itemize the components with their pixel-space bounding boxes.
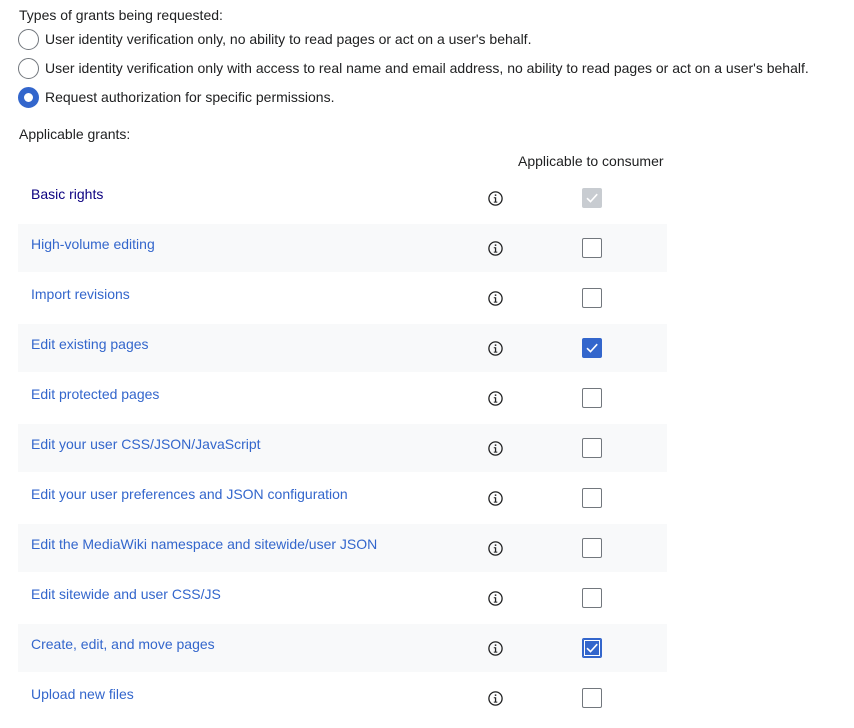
radio-label: User identity verification only, no abil… [45,31,532,47]
radio-label: User identity verification only with acc… [45,60,809,76]
radio-button[interactable] [18,28,39,50]
grant-name-link[interactable]: Basic rights [31,185,103,203]
grant-name-link[interactable]: High-volume editing [31,235,155,253]
applicable-checkbox[interactable] [582,638,602,658]
grant-name-link[interactable]: Edit sitewide and user CSS/JS [31,585,221,603]
grant-name-link[interactable]: Edit existing pages [31,335,149,353]
checkmark-icon [586,193,598,203]
grant-row: Create, edit, and move pages [18,624,667,672]
grant-row: Upload new files [18,674,667,722]
radio-option-specific-permissions[interactable]: Request authorization for specific permi… [18,86,334,108]
checkmark-icon [586,343,598,353]
grant-row: High-volume editing [18,224,667,272]
info-icon[interactable] [488,641,503,656]
grant-row: Edit existing pages [18,324,667,372]
applicable-checkbox[interactable] [582,488,602,508]
applicable-checkbox[interactable] [582,538,602,558]
applicable-checkbox[interactable] [582,338,602,358]
applicable-checkbox[interactable] [582,238,602,258]
grant-row: Edit your user preferences and JSON conf… [18,474,667,522]
checkmark-icon [586,643,598,653]
column-header-applicable: Applicable to consumer [518,153,664,169]
info-icon[interactable] [488,191,503,206]
radio-button-selected[interactable] [18,86,39,108]
radio-button[interactable] [18,57,39,79]
radio-option-identity-only[interactable]: User identity verification only, no abil… [18,28,531,50]
grant-name-link[interactable]: Edit your user preferences and JSON conf… [31,485,348,503]
grant-name-link[interactable]: Edit the MediaWiki namespace and sitewid… [31,535,377,553]
grants-table: Basic rights High-volume editing Import re… [18,174,667,724]
applicable-checkbox[interactable] [582,688,602,708]
info-icon[interactable] [488,441,503,456]
info-icon[interactable] [488,691,503,706]
applicable-checkbox[interactable] [582,438,602,458]
grant-name-link[interactable]: Edit protected pages [31,385,159,403]
grant-name-link[interactable]: Edit your user CSS/JSON/JavaScript [31,435,261,453]
grant-row: Import revisions [18,274,667,322]
radio-option-identity-email[interactable]: User identity verification only with acc… [18,57,809,79]
grant-row: Edit the MediaWiki namespace and sitewid… [18,524,667,572]
applicable-grants-heading: Applicable grants: [19,126,131,142]
grant-types-heading: Types of grants being requested: [19,7,223,23]
radio-label: Request authorization for specific permi… [45,89,335,105]
grant-name-link[interactable]: Import revisions [31,285,130,303]
grant-row: Edit protected pages [18,374,667,422]
info-icon[interactable] [488,341,503,356]
applicable-checkbox[interactable] [582,588,602,608]
grant-name-link[interactable]: Upload new files [31,685,134,703]
info-icon[interactable] [488,291,503,306]
info-icon[interactable] [488,491,503,506]
info-icon[interactable] [488,391,503,406]
grant-row: Edit sitewide and user CSS/JS [18,574,667,622]
grant-name-link[interactable]: Create, edit, and move pages [31,635,215,653]
grant-row: Edit your user CSS/JSON/JavaScript [18,424,667,472]
info-icon[interactable] [488,591,503,606]
grant-row: Basic rights [18,174,667,222]
info-icon[interactable] [488,541,503,556]
applicable-checkbox [582,188,602,208]
grant-settings-page: Types of grants being requested: User id… [0,0,854,728]
applicable-checkbox[interactable] [582,288,602,308]
applicable-checkbox[interactable] [582,388,602,408]
info-icon[interactable] [488,241,503,256]
